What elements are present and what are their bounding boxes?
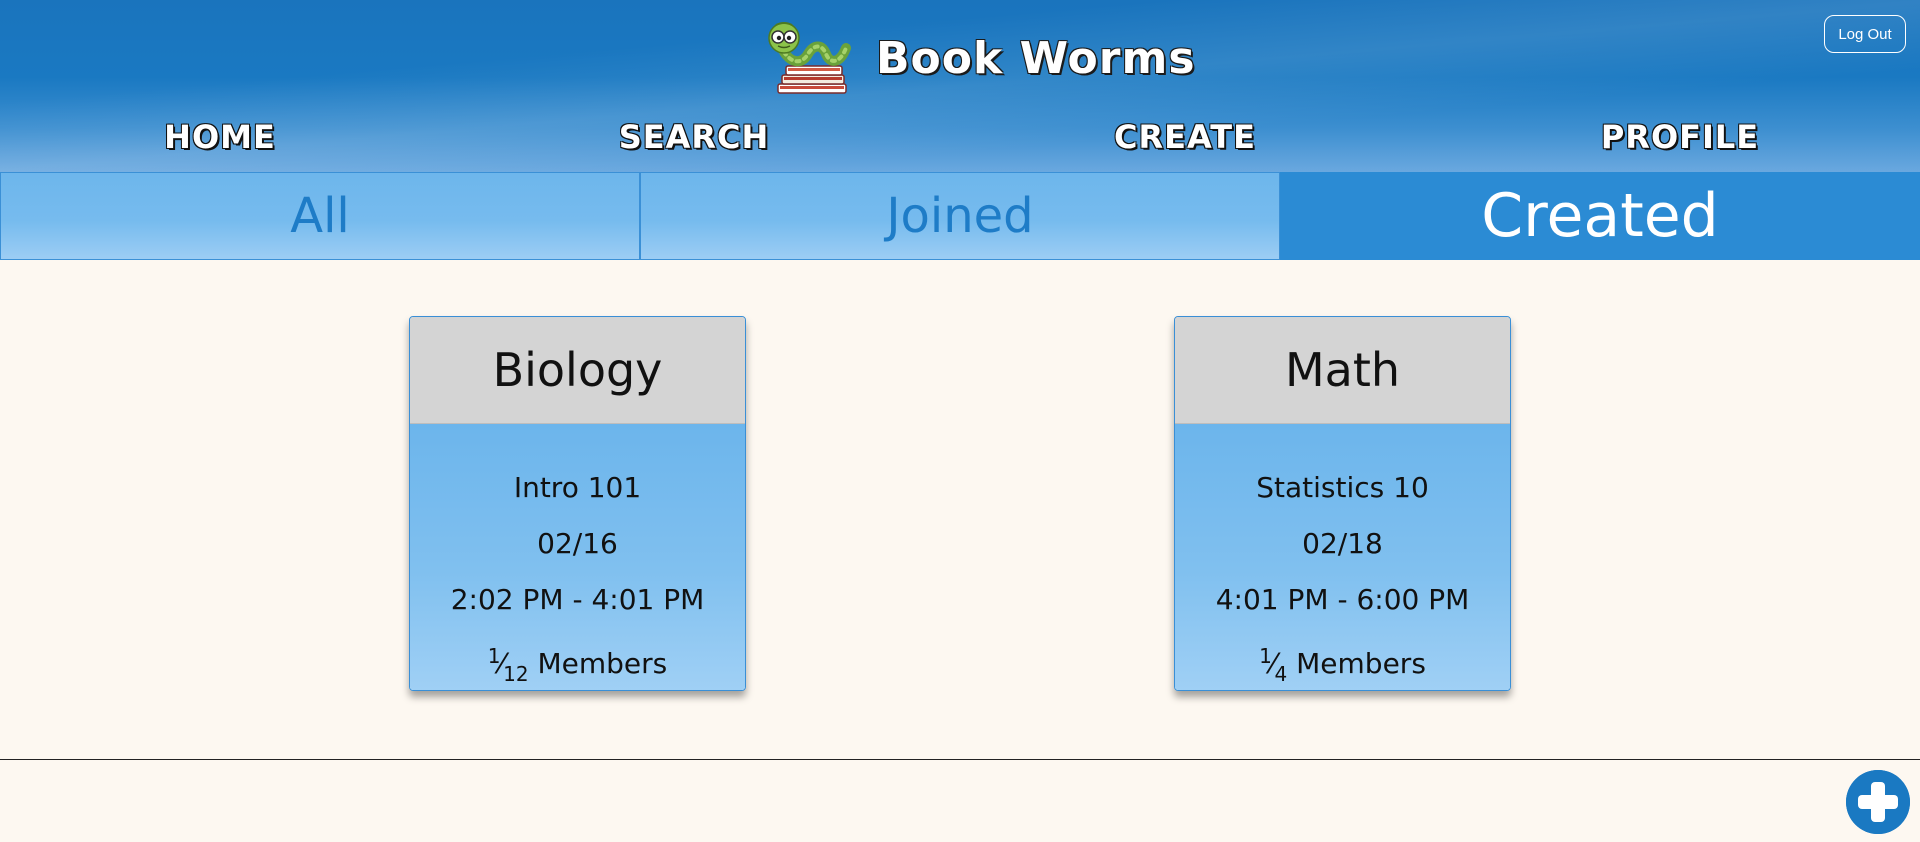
group-date: 02/16 bbox=[537, 527, 618, 560]
group-details: Intro 101 02/16 2:02 PM - 4:01 PM 1⁄12 M… bbox=[410, 424, 745, 690]
group-card-math[interactable]: Math Statistics 10 02/18 4:01 PM - 6:00 … bbox=[1174, 316, 1511, 691]
group-subject: Biology bbox=[410, 317, 745, 424]
group-subject: Math bbox=[1175, 317, 1510, 424]
group-card-biology[interactable]: Biology Intro 101 02/16 2:02 PM - 4:01 P… bbox=[409, 316, 746, 691]
members-current: 1 bbox=[1259, 644, 1272, 668]
group-course: Intro 101 bbox=[513, 471, 642, 504]
group-members: 1⁄12 Members bbox=[410, 628, 745, 686]
members-max: 12 bbox=[503, 662, 529, 686]
group-filter-tabs: All Joined Created bbox=[0, 172, 1920, 260]
app-title: Book Worms bbox=[876, 32, 1196, 84]
nav-profile[interactable]: PROFILE bbox=[1530, 112, 1830, 162]
tab-joined[interactable]: Joined bbox=[640, 172, 1280, 260]
nav-search[interactable]: SEARCH bbox=[544, 112, 844, 162]
group-time: 4:01 PM - 6:00 PM bbox=[1215, 583, 1470, 616]
group-time: 2:02 PM - 4:01 PM bbox=[450, 583, 705, 616]
nav-create[interactable]: CREATE bbox=[1035, 112, 1335, 162]
nav-home[interactable]: HOME bbox=[70, 112, 370, 162]
group-members: 1⁄4 Members bbox=[1175, 628, 1510, 686]
members-fraction: 1⁄4 bbox=[1259, 628, 1288, 690]
brand[interactable]: Book Worms bbox=[764, 18, 1196, 98]
tab-created[interactable]: Created bbox=[1280, 172, 1920, 260]
members-label: Members bbox=[1296, 647, 1426, 680]
members-label: Members bbox=[537, 647, 668, 680]
logout-button[interactable]: Log Out bbox=[1824, 15, 1906, 53]
footer-divider bbox=[0, 759, 1920, 760]
members-fraction: 1⁄12 bbox=[488, 628, 529, 690]
app-header: Book Worms Log Out HOME SEARCH CREATE PR… bbox=[0, 0, 1920, 172]
add-group-button[interactable] bbox=[1846, 770, 1910, 834]
tab-all[interactable]: All bbox=[0, 172, 640, 260]
plus-icon bbox=[1846, 770, 1910, 834]
members-max: 4 bbox=[1274, 662, 1288, 686]
group-date: 02/18 bbox=[1302, 527, 1383, 560]
group-course: Statistics 10 bbox=[1256, 471, 1429, 504]
bookworm-logo-icon bbox=[768, 22, 851, 94]
group-details: Statistics 10 02/18 4:01 PM - 6:00 PM 1⁄… bbox=[1175, 424, 1510, 690]
